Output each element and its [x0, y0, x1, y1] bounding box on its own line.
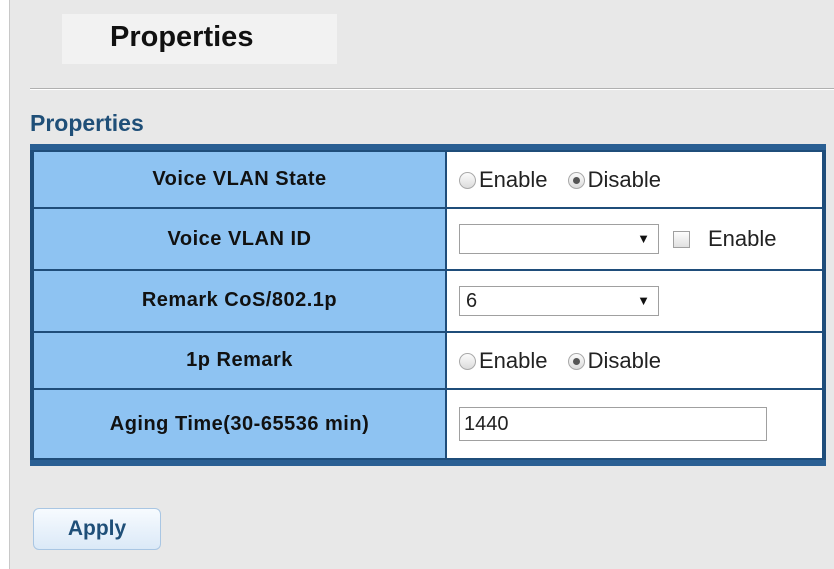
- apply-button[interactable]: Apply: [33, 508, 161, 550]
- table-row: 1p Remark Enable Disable: [34, 332, 822, 389]
- aging-time-field: 1440: [447, 390, 822, 458]
- voice-vlan-state-enable-option[interactable]: Enable: [459, 166, 548, 193]
- properties-grid: Voice VLAN State Enable Disable Voice VL…: [32, 150, 824, 460]
- triangle-down-icon: ▼: [637, 292, 650, 308]
- voice-vlan-id-field: ▼ Enable: [447, 209, 822, 270]
- remark-cos-select[interactable]: 6 ▼: [459, 285, 659, 316]
- row-label-aging-time: Aging Time(30-65536 min): [34, 390, 445, 458]
- page-title: Properties: [110, 21, 254, 53]
- radio-enable[interactable]: [459, 352, 476, 370]
- row-label-remark-cos: Remark CoS/802.1p: [34, 271, 445, 331]
- properties-table: Voice VLAN State Enable Disable Voice VL…: [30, 144, 826, 466]
- title-divider: [30, 88, 834, 90]
- section-title: Properties: [30, 110, 144, 136]
- table-row: Aging Time(30-65536 min) 1440: [34, 390, 822, 458]
- table-row: Voice VLAN ID ▼ Enable: [34, 209, 822, 270]
- remark-cos-field: 6 ▼: [447, 271, 822, 331]
- voice-vlan-id-select[interactable]: ▼: [459, 224, 659, 255]
- voice-vlan-id-enable-checkbox[interactable]: [673, 230, 690, 248]
- triangle-down-icon: ▼: [637, 231, 650, 247]
- radio-disable[interactable]: [567, 352, 585, 370]
- 1p-remark-disable-option[interactable]: Disable: [567, 347, 661, 374]
- table-row: Remark CoS/802.1p 6 ▼: [34, 271, 822, 331]
- table-bottom-bar: [30, 460, 826, 466]
- aging-time-input[interactable]: 1440: [459, 407, 767, 442]
- row-label-voice-vlan-id: Voice VLAN ID: [34, 209, 445, 270]
- row-label-1p-remark: 1p Remark: [34, 332, 445, 389]
- radio-disable[interactable]: [567, 172, 585, 190]
- radio-enable[interactable]: [459, 172, 476, 190]
- table-row: Voice VLAN State Enable Disable: [34, 152, 822, 208]
- checkbox-label: Enable: [708, 226, 777, 252]
- 1p-remark-field: Enable Disable: [447, 332, 822, 389]
- row-label-voice-vlan-state: Voice VLAN State: [34, 152, 445, 208]
- voice-vlan-state-disable-option[interactable]: Disable: [567, 166, 661, 193]
- 1p-remark-enable-option[interactable]: Enable: [459, 347, 548, 374]
- voice-vlan-state-field: Enable Disable: [447, 152, 822, 208]
